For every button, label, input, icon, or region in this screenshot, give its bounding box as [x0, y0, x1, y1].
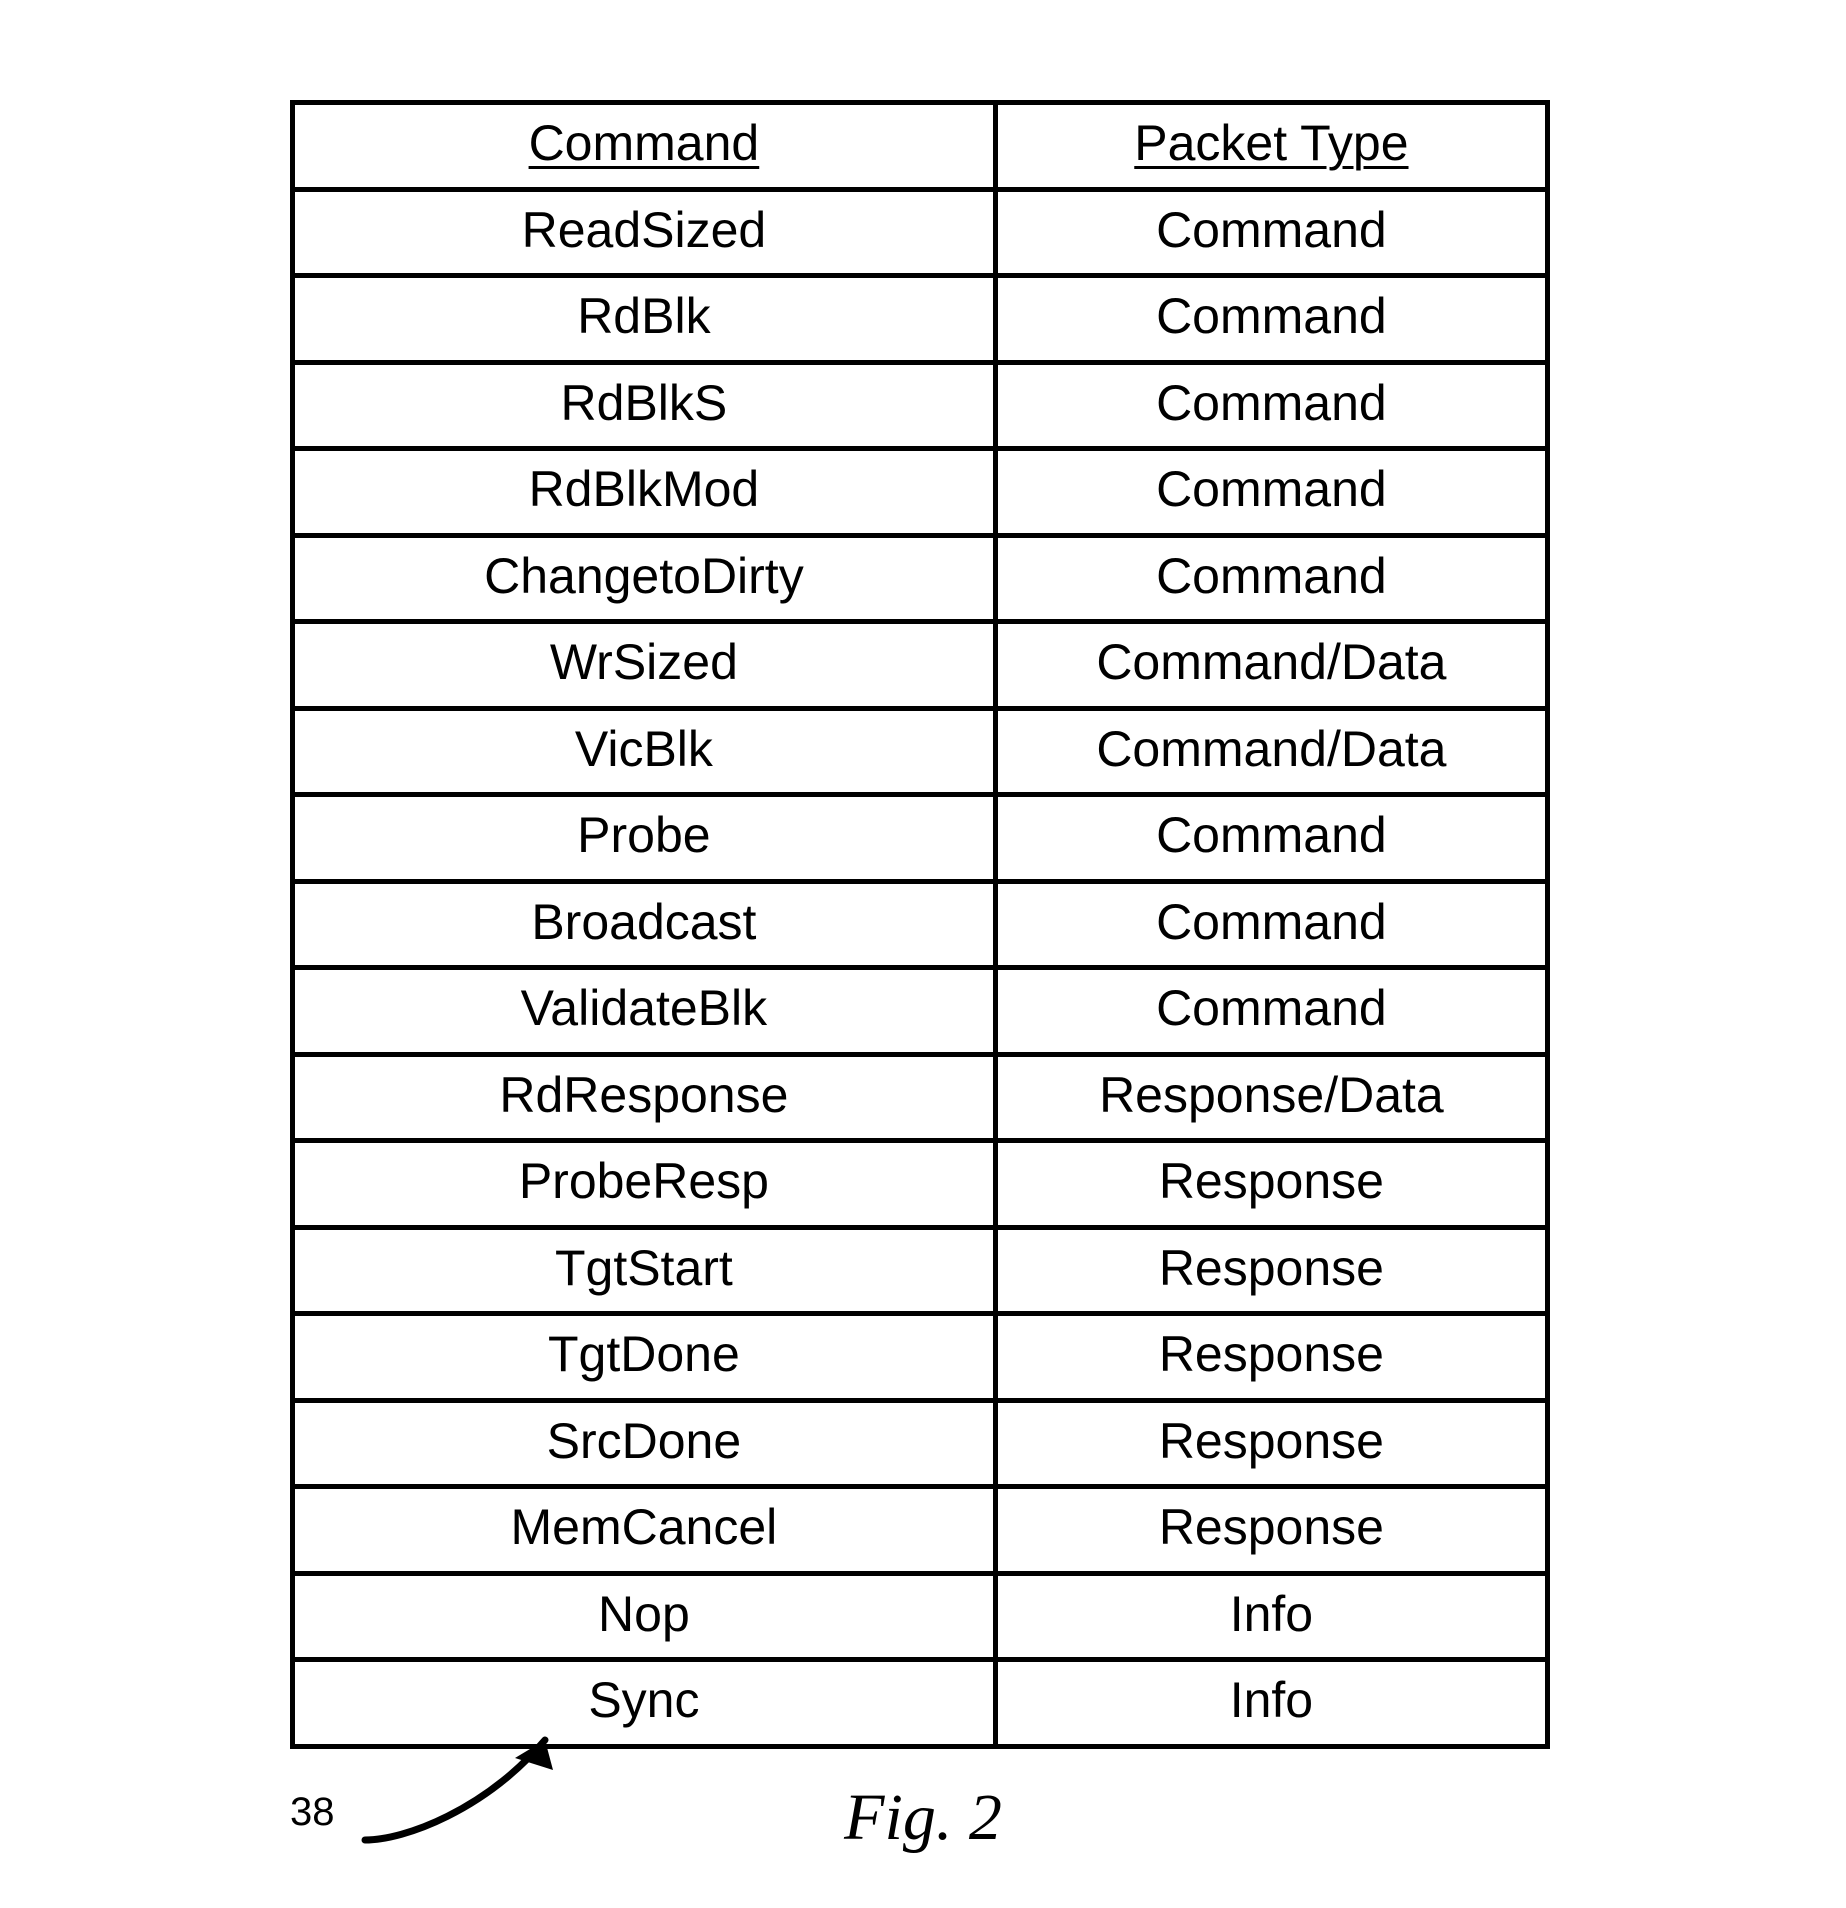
- cell-packet-type: Info: [995, 1660, 1547, 1747]
- cell-packet-type: Command: [995, 535, 1547, 622]
- cell-packet-type: Response: [995, 1314, 1547, 1401]
- page: Command Packet Type ReadSized Command Rd…: [0, 0, 1846, 1908]
- header-command: Command: [293, 103, 996, 190]
- header-packet-type-label: Packet Type: [1134, 115, 1408, 171]
- table-row: TgtStart Response: [293, 1227, 1548, 1314]
- cell-packet-type: Response: [995, 1227, 1547, 1314]
- cell-packet-type: Command/Data: [995, 622, 1547, 709]
- cell-command: SrcDone: [293, 1400, 996, 1487]
- table-row: VicBlk Command/Data: [293, 708, 1548, 795]
- table-row: RdBlk Command: [293, 276, 1548, 363]
- cell-command: ProbeResp: [293, 1141, 996, 1228]
- cell-command: WrSized: [293, 622, 996, 709]
- cell-packet-type: Response/Data: [995, 1054, 1547, 1141]
- table-header-row: Command Packet Type: [293, 103, 1548, 190]
- command-table: Command Packet Type ReadSized Command Rd…: [290, 100, 1550, 1749]
- cell-packet-type: Command/Data: [995, 708, 1547, 795]
- table-row: ChangetoDirty Command: [293, 535, 1548, 622]
- table-row: ValidateBlk Command: [293, 968, 1548, 1055]
- cell-packet-type: Command: [995, 795, 1547, 882]
- table-row: Broadcast Command: [293, 881, 1548, 968]
- cell-command: RdResponse: [293, 1054, 996, 1141]
- cell-packet-type: Response: [995, 1400, 1547, 1487]
- cell-command: TgtDone: [293, 1314, 996, 1401]
- table-row: Probe Command: [293, 795, 1548, 882]
- cell-command: ChangetoDirty: [293, 535, 996, 622]
- cell-command: RdBlk: [293, 276, 996, 363]
- table-row: MemCancel Response: [293, 1487, 1548, 1574]
- table-row: Nop Info: [293, 1573, 1548, 1660]
- cell-command: Nop: [293, 1573, 996, 1660]
- cell-command: TgtStart: [293, 1227, 996, 1314]
- cell-command: Broadcast: [293, 881, 996, 968]
- cell-packet-type: Command: [995, 362, 1547, 449]
- cell-packet-type: Command: [995, 189, 1547, 276]
- header-command-label: Command: [529, 115, 760, 171]
- cell-packet-type: Command: [995, 881, 1547, 968]
- cell-packet-type: Command: [995, 449, 1547, 536]
- cell-packet-type: Info: [995, 1573, 1547, 1660]
- table-row: RdBlkMod Command: [293, 449, 1548, 536]
- table-row: ProbeResp Response: [293, 1141, 1548, 1228]
- cell-packet-type: Response: [995, 1141, 1547, 1228]
- cell-command: MemCancel: [293, 1487, 996, 1574]
- table-row: ReadSized Command: [293, 189, 1548, 276]
- figure-caption: Fig. 2: [0, 1780, 1846, 1856]
- cell-command: RdBlkS: [293, 362, 996, 449]
- cell-command: ValidateBlk: [293, 968, 996, 1055]
- cell-command: VicBlk: [293, 708, 996, 795]
- table-row: RdBlkS Command: [293, 362, 1548, 449]
- command-table-container: Command Packet Type ReadSized Command Rd…: [290, 100, 1550, 1749]
- table-row: TgtDone Response: [293, 1314, 1548, 1401]
- cell-command: ReadSized: [293, 189, 996, 276]
- table-row: RdResponse Response/Data: [293, 1054, 1548, 1141]
- table-row: WrSized Command/Data: [293, 622, 1548, 709]
- cell-packet-type: Command: [995, 968, 1547, 1055]
- cell-packet-type: Command: [995, 276, 1547, 363]
- cell-command: RdBlkMod: [293, 449, 996, 536]
- table-row: SrcDone Response: [293, 1400, 1548, 1487]
- cell-command: Probe: [293, 795, 996, 882]
- header-packet-type: Packet Type: [995, 103, 1547, 190]
- cell-packet-type: Response: [995, 1487, 1547, 1574]
